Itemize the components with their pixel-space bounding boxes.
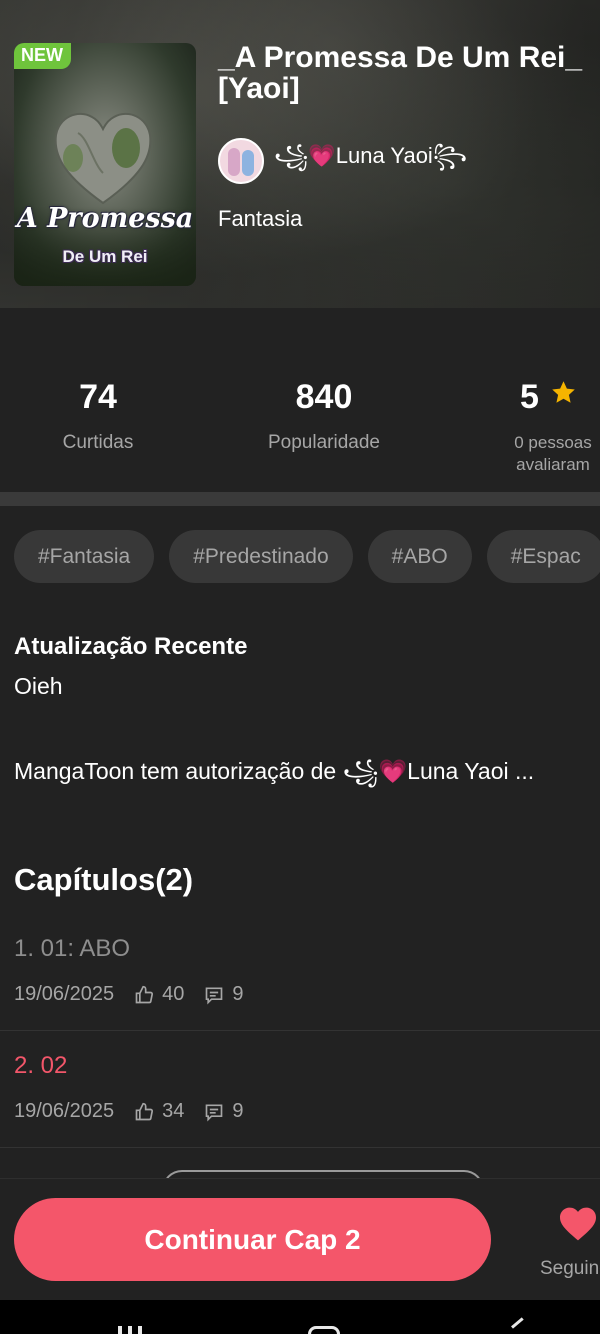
heart-icon [560,1207,596,1241]
chapter-date: 19/06/2025 [14,983,115,1005]
recent-apps-icon[interactable] [118,1326,122,1334]
work-title: _A Promessa De Um Rei_ [Yaoi] [218,41,583,105]
back-icon[interactable] [511,1317,524,1329]
star-icon [552,381,576,403]
comment-icon [206,1104,223,1122]
chapter-likes: 34 [162,1100,185,1122]
popularity-count: 840 [295,378,353,416]
likes-label: Curtidas [62,432,134,453]
chapter-likes: 40 [162,983,185,1005]
system-nav-bar [0,1300,600,1334]
recent-apps-icon-bar [128,1326,132,1334]
thumbs-up-icon [135,1102,154,1120]
follow-label: Seguindo [540,1258,600,1279]
new-badge: NEW [14,43,71,69]
genre-label: Fantasia [218,206,303,231]
chapter-title: 1. 01: ABO [14,935,131,962]
tag-chip[interactable]: #Espac [486,530,600,583]
rating-label: 0 pessoas avaliaram [514,433,592,474]
tag-chip[interactable]: #Fantasia [14,530,155,583]
tag-chip[interactable]: #Predestinado [169,530,353,583]
home-icon[interactable] [308,1326,340,1334]
chapter-meta: 19/06/2025 40 9 [14,983,243,1006]
continue-reading-button[interactable]: Continuar Cap 2 [14,1198,491,1281]
tag-chip[interactable]: #ABO [367,530,472,583]
likes-count: 74 [79,378,117,416]
cover-title-line1: A Promessa [16,203,194,234]
author-row[interactable]: ꧁💗Luna Yaoi꧂ [218,138,467,184]
chapter-title: 2. 02 [14,1052,68,1079]
authorization-text[interactable]: MangaToon tem autorização de ꧁💗Luna Yaoi… [14,754,534,801]
comment-icon [206,987,223,1005]
chapter-meta: 19/06/2025 34 9 [14,1100,243,1123]
author-avatar[interactable] [218,138,264,184]
thumbs-up-icon [135,985,154,1003]
popularity-label: Popularidade [268,432,380,453]
recent-apps-icon-bar [138,1326,142,1334]
stats-row: 74 Curtidas 840 Popularidade 5 0 pessoas… [0,308,600,492]
cover-image[interactable]: A Promessa De Um Rei [14,43,196,286]
chapter-comments: 9 [232,1100,244,1122]
chapter-item[interactable]: 2. 02 19/06/2025 34 9 [0,1030,600,1148]
rating-value: 5 [520,378,539,416]
tags-row: #Fantasia #Predestinado #ABO #Espac [14,530,600,583]
recent-update-heading: Atualização Recente [14,633,248,660]
author-name[interactable]: ꧁💗Luna Yaoi꧂ [274,139,467,184]
chapter-comments: 9 [232,983,244,1005]
recent-update-text: Oieh [14,673,63,699]
chapter-date: 19/06/2025 [14,1100,115,1122]
stone-heart-illustration [54,112,152,205]
chapters-heading: Capítulos(2) [14,862,194,897]
chapter-item[interactable]: 1. 01: ABO 19/06/2025 40 9 [0,913,600,1031]
cover-title-line2: De Um Rei [62,247,148,266]
section-divider [0,492,600,506]
